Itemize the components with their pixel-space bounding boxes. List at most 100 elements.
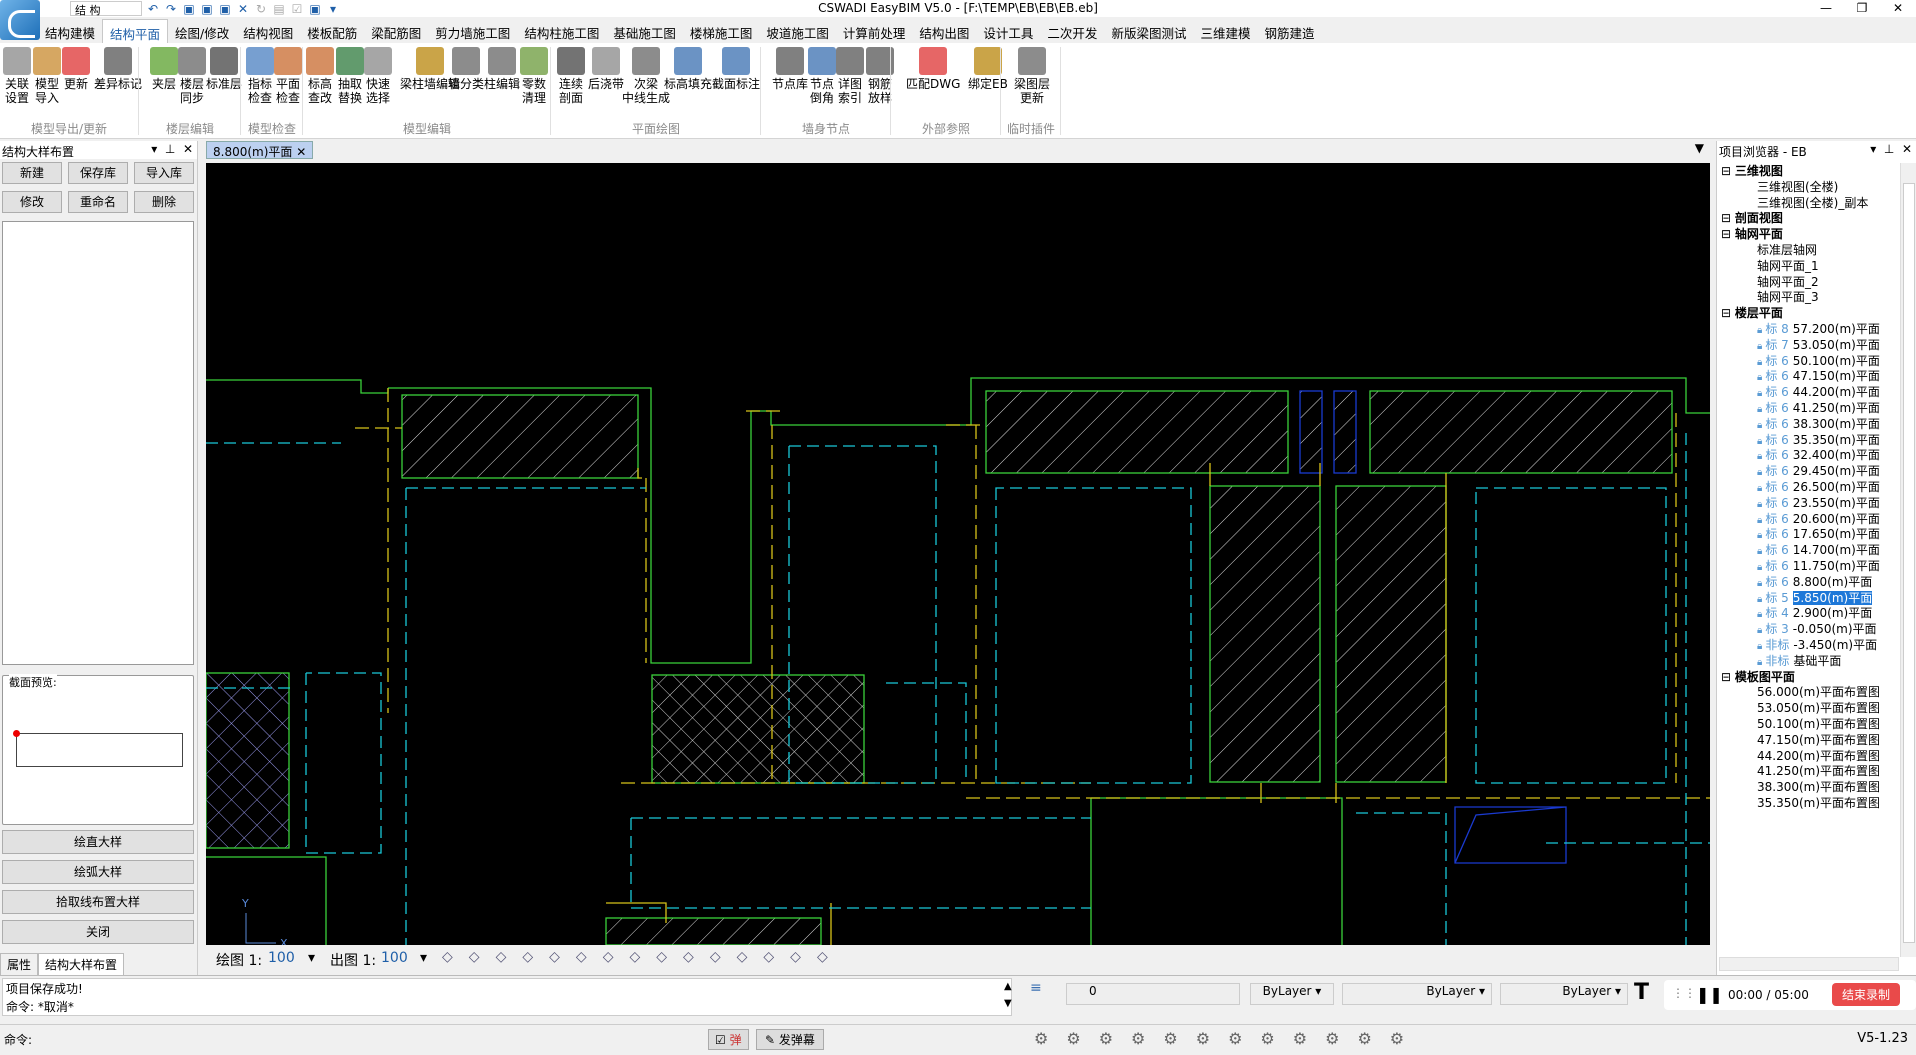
menu-item-6[interactable]: 剪力墙施工图: [428, 19, 517, 43]
layers-icon[interactable]: ⚙: [1066, 1029, 1080, 1048]
tab-plan[interactable]: 8.800(m)平面 ✕: [206, 141, 314, 159]
layer-dropdown[interactable]: 0: [1066, 983, 1240, 1005]
save-lib-button[interactable]: 保存库: [68, 162, 128, 184]
ribbon-button-5[interactable]: 楼层 同步: [178, 47, 206, 105]
tree-node[interactable]: 38.300(m)平面布置图: [1757, 778, 1880, 795]
list-icon[interactable]: ⚙: [1196, 1029, 1210, 1048]
collapse-icon[interactable]: ⊟: [1721, 227, 1735, 241]
linetype-dropdown[interactable]: ByLayer ▾: [1342, 983, 1492, 1005]
layers-icon[interactable]: ◇: [710, 949, 721, 965]
tree-node[interactable]: 🔒︎ 标 6 17.650(m)平面: [1757, 525, 1880, 542]
menu-item-13[interactable]: 设计工具: [976, 19, 1040, 43]
menu-item-3[interactable]: 结构视图: [236, 19, 300, 43]
maximize-button[interactable]: ❐: [1844, 0, 1880, 17]
window-icon[interactable]: ◇: [817, 949, 828, 965]
tree-node[interactable]: 🔒︎ 标 7 53.050(m)平面: [1757, 336, 1880, 353]
tree-node[interactable]: 🔒︎ 标 6 29.450(m)平面: [1757, 462, 1880, 479]
browser-hscrollbar[interactable]: [1719, 957, 1899, 971]
menu-item-11[interactable]: 计算前处理: [836, 19, 913, 43]
rename-button[interactable]: 重命名: [68, 191, 128, 213]
tree-node[interactable]: 41.250(m)平面布置图: [1757, 762, 1880, 779]
eye-off-icon[interactable]: ◇: [442, 949, 453, 965]
tree-node[interactable]: 🔒︎ 标 6 14.700(m)平面: [1757, 541, 1880, 558]
cube-icon[interactable]: ◇: [737, 949, 748, 965]
import-lib-button[interactable]: 导入库: [134, 162, 194, 184]
tree-node[interactable]: 🔒︎ 标 6 38.300(m)平面: [1757, 415, 1880, 432]
tree-node[interactable]: 🔒︎ 标 6 26.500(m)平面: [1757, 478, 1880, 495]
history-scroll[interactable]: ▲ ▼: [1004, 978, 1012, 1012]
drop-icon[interactable]: ◇: [576, 949, 587, 965]
filter-icon[interactable]: ◇: [763, 949, 774, 965]
tree-node[interactable]: ⊟ 剖面视图: [1721, 209, 1783, 226]
ribbon-button-4[interactable]: 夹层: [150, 47, 178, 91]
tree-node[interactable]: 🔒︎ 标 6 20.600(m)平面: [1757, 510, 1880, 527]
tree-node[interactable]: 标准层轴网: [1757, 241, 1817, 258]
tree-node[interactable]: 56.000(m)平面布置图: [1757, 683, 1880, 700]
end-recording-button[interactable]: 结束录制: [1832, 983, 1901, 1006]
tab-detail-layout[interactable]: 结构大样布置: [38, 953, 125, 976]
close-button[interactable]: ✕: [1880, 0, 1916, 17]
window-icon[interactable]: ◇: [790, 949, 801, 965]
tree-node[interactable]: ⊟ 模板图平面: [1721, 668, 1795, 685]
tree-node[interactable]: ⊟ 三维视图: [1721, 162, 1783, 179]
settings-icon[interactable]: ⚙: [1034, 1029, 1048, 1048]
tree-node[interactable]: 三维视图(全楼)_副本: [1757, 194, 1868, 211]
ribbon-button-6[interactable]: 标准层: [206, 47, 242, 91]
ribbon-button-13[interactable]: 墙分类: [448, 47, 484, 91]
pick-line-detail-button[interactable]: 拾取线布置大样: [2, 890, 194, 914]
tree-node[interactable]: 🔒︎ 标 6 23.550(m)平面: [1757, 494, 1880, 511]
minimize-button[interactable]: —: [1808, 0, 1844, 17]
export-icon[interactable]: ⚙: [1357, 1029, 1371, 1048]
ribbon-button-2[interactable]: 更新: [62, 47, 90, 91]
tree-node[interactable]: 🔒︎ 标 6 32.400(m)平面: [1757, 446, 1880, 463]
expand-icon[interactable]: ◇: [629, 949, 640, 965]
tree-node[interactable]: 44.200(m)平面布置图: [1757, 747, 1880, 764]
menu-item-2[interactable]: 绘图/修改: [168, 19, 236, 43]
collapse-icon[interactable]: ⊟: [1721, 670, 1735, 684]
ribbon-button-16[interactable]: 连续 剖面: [557, 47, 585, 105]
tree-node[interactable]: 🔒︎ 标 3 -0.050(m)平面: [1757, 620, 1877, 637]
menu-item-14[interactable]: 二次开发: [1040, 19, 1104, 43]
tree-node[interactable]: 🔒︎ 标 6 47.150(m)平面: [1757, 367, 1880, 384]
collapse-icon[interactable]: ⊟: [1721, 306, 1735, 320]
ribbon-button-8[interactable]: 平面 检查: [274, 47, 302, 105]
delete-button[interactable]: 删除: [134, 191, 194, 213]
menu-item-0[interactable]: 结构建模: [38, 19, 102, 43]
layer-icon[interactable]: ≡: [1030, 980, 1042, 996]
tree-node[interactable]: 53.050(m)平面布置图: [1757, 699, 1880, 716]
eye-icon[interactable]: ◇: [496, 949, 507, 965]
menu-item-15[interactable]: 新版梁图测试: [1104, 19, 1193, 43]
tree-node[interactable]: 🔒︎ 标 6 11.750(m)平面: [1757, 557, 1880, 574]
dwg-icon[interactable]: ⚙: [1228, 1029, 1242, 1048]
ribbon-button-7[interactable]: 指标 检查: [246, 47, 274, 105]
color-dropdown[interactable]: ByLayer ▾: [1250, 983, 1334, 1005]
pause-icon[interactable]: ❚❚: [1696, 985, 1723, 1004]
ribbon-button-18[interactable]: 次梁 中线生成: [622, 47, 670, 105]
collapse-icon[interactable]: ⊟: [1721, 211, 1735, 225]
tab-properties[interactable]: 属性: [0, 953, 39, 976]
menu-item-1[interactable]: 结构平面: [102, 19, 169, 43]
draw-straight-detail-button[interactable]: 绘直大样: [2, 830, 194, 854]
lock-icon[interactable]: ◇: [522, 949, 533, 965]
tree-node[interactable]: 35.350(m)平面布置图: [1757, 794, 1880, 811]
tree-node[interactable]: 🔒︎ 标 5 5.850(m)平面: [1757, 589, 1873, 606]
browser-controls[interactable]: ▾ ⊥ ✕: [1870, 142, 1912, 156]
lineweight-dropdown[interactable]: ByLayer ▾: [1500, 983, 1628, 1005]
ribbon-button-26[interactable]: 绑定EB: [968, 47, 1008, 91]
ribbon-button-0[interactable]: 关联 设置: [3, 47, 31, 105]
new-button[interactable]: 新建: [2, 162, 62, 184]
ribbon-button-22[interactable]: 节点 倒角: [808, 47, 836, 105]
menu-item-7[interactable]: 结构柱施工图: [517, 19, 606, 43]
out-scale-value[interactable]: 100: [381, 950, 408, 966]
browser-scrollbar[interactable]: [1900, 163, 1916, 957]
app-logo[interactable]: [0, 0, 40, 40]
close-panel-button[interactable]: 关闭: [2, 920, 194, 944]
menu-item-5[interactable]: 梁配筋图: [364, 19, 428, 43]
menu-item-12[interactable]: 结构出图: [912, 19, 976, 43]
ribbon-button-11[interactable]: 快速 选择: [364, 47, 392, 105]
link-icon[interactable]: ⚙: [1325, 1029, 1339, 1048]
drawing-canvas[interactable]: Y X: [205, 163, 1710, 950]
popup-toggle[interactable]: ☑ 弹: [708, 1029, 749, 1050]
plane-icon[interactable]: ◇: [603, 949, 614, 965]
grid-icon[interactable]: ◇: [469, 949, 480, 965]
